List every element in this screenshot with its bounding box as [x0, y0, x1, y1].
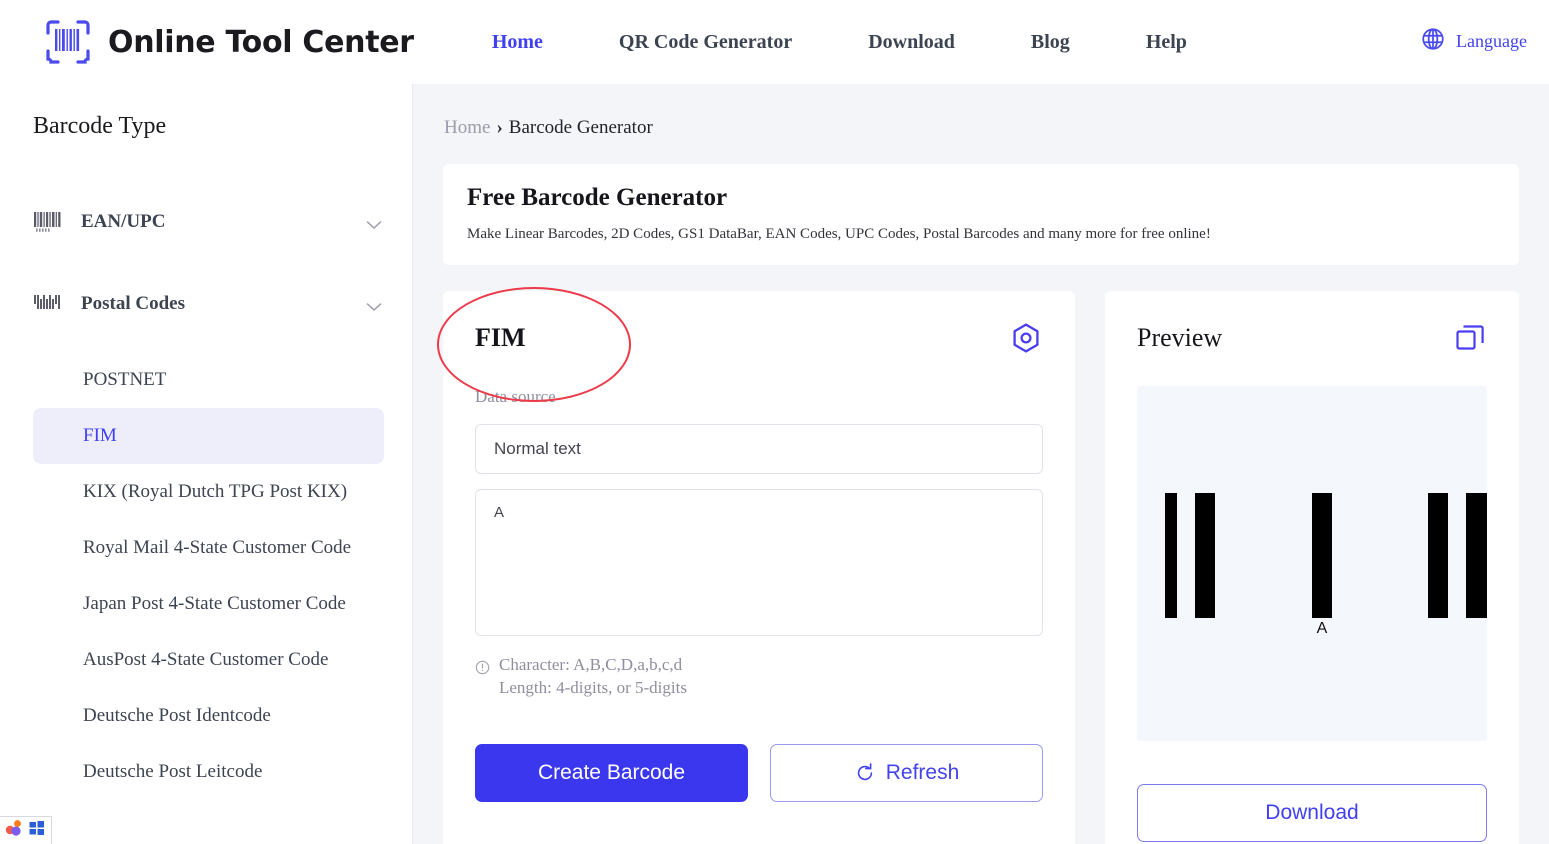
preview-stage: A: [1137, 386, 1487, 741]
preview-title: Preview: [1137, 323, 1223, 352]
page-subtitle: Make Linear Barcodes, 2D Codes, GS1 Data…: [467, 226, 1211, 242]
barcode-bar: [1312, 493, 1332, 618]
globe-icon: [1420, 26, 1446, 57]
refresh-button[interactable]: Refresh: [770, 744, 1043, 803]
barcode-bar: [1466, 493, 1487, 618]
sidebar-item-label: Deutsche Post Identcode: [83, 705, 271, 726]
windows-icon[interactable]: [28, 819, 46, 842]
refresh-icon: [854, 762, 876, 784]
page-title: Free Barcode Generator: [467, 184, 728, 211]
breadcrumb-home[interactable]: Home: [444, 117, 490, 139]
sidebar-item-kix[interactable]: KIX (Royal Dutch TPG Post KIX): [33, 464, 384, 520]
generator-card-header: FIM: [475, 323, 1043, 355]
sidebar-item-label: FIM: [83, 425, 117, 446]
language-label: Language: [1456, 31, 1527, 51]
language-selector[interactable]: Language: [1420, 26, 1527, 57]
refresh-label: Refresh: [885, 761, 960, 785]
data-source-select[interactable]: Normal text: [475, 424, 1043, 474]
barcode-image: A: [1137, 493, 1487, 637]
barcode-caption: A: [1316, 620, 1328, 637]
download-button[interactable]: Download: [1137, 784, 1487, 842]
info-circle-icon: [475, 659, 490, 675]
breadcrumb-current: Barcode Generator: [508, 117, 653, 138]
site-header: Online Tool Center Home QR Code Generato…: [0, 0, 1549, 84]
breadcrumb-separator-icon: ›: [496, 117, 503, 138]
sidebar-item-label: Royal Mail 4-State Customer Code: [83, 537, 352, 558]
data-source-label: Data source: [475, 387, 556, 406]
sidebar-item-royal-mail-4-state[interactable]: Royal Mail 4-State Customer Code: [33, 520, 384, 576]
generator-title: FIM: [475, 323, 526, 352]
sidebar-group-postal-codes[interactable]: Postal Codes: [33, 282, 382, 326]
sidebar-item-label: Deutsche Post Leitcode: [83, 761, 263, 782]
app-root: Online Tool Center Home QR Code Generato…: [0, 0, 1549, 844]
app-icon-colorful[interactable]: [4, 819, 24, 842]
sidebar-item-label: KIX (Royal Dutch TPG Post KIX): [83, 481, 348, 502]
postal-barcode-icon: [33, 292, 63, 316]
barcode-data-input[interactable]: A: [475, 489, 1043, 636]
hero-card: Free Barcode Generator Make Linear Barco…: [443, 164, 1519, 265]
preview-card-header: Preview: [1137, 325, 1487, 355]
generator-card: FIM Data source Normal text A Character:…: [443, 291, 1075, 844]
create-barcode-label: Create Barcode: [537, 761, 686, 785]
data-source-value: Normal text: [494, 439, 581, 458]
nav-item-home[interactable]: Home: [492, 31, 543, 54]
barcode-scan-icon: [44, 18, 92, 66]
hint-character: Character: A,B,C,D,a,b,c,d: [499, 655, 683, 674]
create-barcode-button[interactable]: Create Barcode: [475, 744, 748, 803]
sidebar-item-fim[interactable]: FIM: [33, 408, 384, 464]
barcode-bar: [1195, 493, 1215, 618]
sidebar-item-label: Japan Post 4-State Customer Code: [83, 593, 346, 614]
generator-actions: Create Barcode Refresh: [475, 744, 1043, 803]
hint-length: Length: 4-digits, or 5-digits: [499, 677, 687, 697]
sidebar-title: Barcode Type: [33, 113, 167, 139]
sidebar: Barcode Type EAN/UPC Postal Codes POSTNE…: [0, 84, 413, 844]
hex-nut-settings-icon[interactable]: [1009, 321, 1043, 355]
barcode-data-value: A: [494, 504, 505, 521]
sidebar-item-japan-post-4-state[interactable]: Japan Post 4-State Customer Code: [33, 576, 384, 632]
copy-icon[interactable]: [1453, 321, 1487, 355]
chevron-down-icon[interactable]: [366, 217, 382, 230]
barcode-bar: [1428, 493, 1448, 618]
sidebar-item-postnet[interactable]: POSTNET: [33, 352, 384, 408]
brand[interactable]: Online Tool Center: [44, 18, 414, 66]
nav-item-help[interactable]: Help: [1146, 31, 1187, 54]
sidebar-group-ean-upc[interactable]: EAN/UPC: [33, 200, 382, 244]
sidebar-group-label: Postal Codes: [81, 293, 185, 314]
main-nav: Home QR Code Generator Download Blog Hel…: [492, 31, 1187, 54]
sidebar-item-auspost-4-state[interactable]: AusPost 4-State Customer Code: [33, 632, 384, 688]
nav-item-qr-code-generator[interactable]: QR Code Generator: [619, 31, 792, 54]
download-label: Download: [1265, 801, 1359, 824]
sidebar-item-label: AusPost 4-State Customer Code: [83, 649, 329, 670]
sidebar-group-label: EAN/UPC: [81, 211, 166, 232]
nav-item-download[interactable]: Download: [868, 31, 955, 54]
chevron-down-icon[interactable]: [366, 299, 382, 312]
sidebar-item-deutsche-post-identcode[interactable]: Deutsche Post Identcode: [33, 688, 384, 744]
taskbar: [0, 816, 52, 844]
main-content: Home › Barcode Generator Free Barcode Ge…: [413, 84, 1549, 844]
breadcrumb: Home › Barcode Generator: [444, 117, 1549, 139]
input-hint: Character: A,B,C,D,a,b,c,d Length: 4-dig…: [475, 654, 1043, 699]
sidebar-item-deutsche-post-leitcode[interactable]: Deutsche Post Leitcode: [33, 744, 384, 800]
brand-name: Online Tool Center: [108, 24, 414, 60]
nav-item-blog[interactable]: Blog: [1031, 31, 1070, 54]
page-body: Barcode Type EAN/UPC Postal Codes POSTNE…: [0, 84, 1549, 844]
panels: FIM Data source Normal text A Character:…: [443, 291, 1519, 844]
sidebar-item-label: POSTNET: [83, 369, 167, 390]
barcode-icon: [33, 210, 63, 234]
barcode-bar: [1165, 493, 1177, 618]
preview-card: Preview A Download: [1105, 291, 1519, 844]
